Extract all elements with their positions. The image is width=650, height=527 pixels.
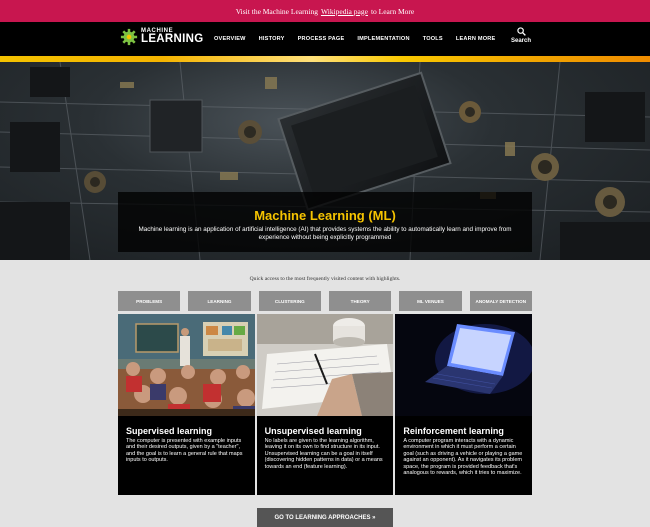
logo-line-2: LEARNING <box>141 33 204 46</box>
search-label: Search <box>510 38 531 44</box>
banner-prefix: Visit the Machine Learning <box>235 6 318 16</box>
nav-item-process-page[interactable]: PROCESS PAGE <box>298 36 345 42</box>
laptop-image <box>395 314 533 416</box>
writing-image <box>256 314 394 416</box>
tab-clustering[interactable]: CLUSTERING <box>258 291 321 311</box>
topic-tabs: PROBLEMS LEARNING CLUSTERING THEORY ML V… <box>118 291 532 311</box>
hero-banner: Machine Learning (ML) Machine learning i… <box>0 62 650 260</box>
card-text-supervised: The computer is presented with example i… <box>126 438 243 464</box>
nav-menu: OVERVIEW HISTORY PROCESS PAGE IMPLEMENTA… <box>214 22 495 56</box>
classroom-image <box>118 314 255 416</box>
card-text-reinforcement: A computer program interacts with a dyna… <box>403 438 523 477</box>
card-title-reinforcement: Reinforcement learning <box>403 426 504 436</box>
wikipedia-link[interactable]: Wikipedia page <box>321 7 368 16</box>
nav-item-tools[interactable]: TOOLS <box>423 36 443 42</box>
card-supervised-learning[interactable]: Supervised learning The computer is pres… <box>118 314 255 495</box>
card-title-unsupervised: Unsupervised learning <box>264 426 362 436</box>
tab-theory[interactable]: THEORY <box>328 291 392 311</box>
nav-item-overview[interactable]: OVERVIEW <box>214 36 246 42</box>
card-text-unsupervised: No labels are given to the learning algo… <box>264 438 383 470</box>
tab-problems[interactable]: PROBLEMS <box>118 291 181 311</box>
tab-anomaly-detection[interactable]: ANOMALY DETECTION <box>469 291 532 311</box>
card-unsupervised-learning[interactable]: Unsupervised learning No labels are give… <box>256 314 394 495</box>
card-title-supervised: Supervised learning <box>126 426 213 436</box>
learning-cards: Supervised learning The computer is pres… <box>118 314 533 495</box>
nav-item-history[interactable]: HISTORY <box>259 36 285 42</box>
main-nav: MACHINE LEARNING OVERVIEW HISTORY PROCES… <box>0 22 650 56</box>
hero-description: Machine learning is an application of ar… <box>138 226 512 241</box>
learning-approaches-button[interactable]: GO TO LEARNING APPROACHES » <box>257 508 393 527</box>
search-button[interactable]: Search <box>509 27 533 44</box>
search-icon <box>516 27 526 36</box>
site-logo[interactable]: MACHINE LEARNING <box>120 28 203 46</box>
card-reinforcement-learning[interactable]: Reinforcement learning A computer progra… <box>395 314 533 495</box>
tab-ml-venues[interactable]: ML VENUES <box>399 291 462 311</box>
quick-access-text: Quick access to the most frequently visi… <box>249 276 401 282</box>
gear-logo-icon <box>120 28 138 46</box>
tab-learning[interactable]: LEARNING <box>188 291 251 311</box>
hero-caption: Machine Learning (ML) Machine learning i… <box>118 192 532 252</box>
hero-title: Machine Learning (ML) <box>254 208 396 223</box>
nav-item-implementation[interactable]: IMPLEMENTATION <box>357 36 409 42</box>
top-banner: Visit the Machine Learning Wikipedia pag… <box>0 0 650 22</box>
nav-item-learn-more[interactable]: LEARN MORE <box>456 36 496 42</box>
banner-suffix: to Learn More <box>370 6 415 16</box>
